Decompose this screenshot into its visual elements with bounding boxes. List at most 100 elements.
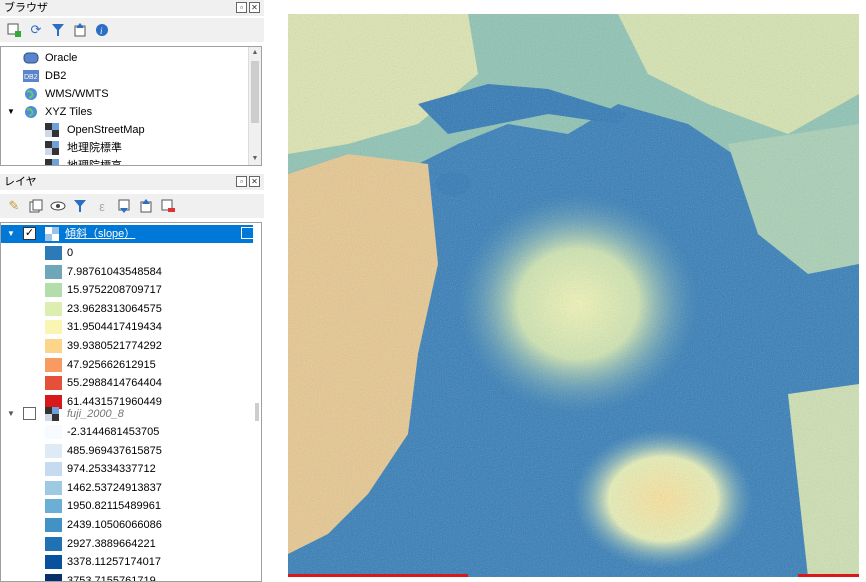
legend-swatch (45, 518, 62, 532)
legend-swatch (45, 320, 62, 335)
legend-item: -2.3144681453705 (1, 423, 249, 441)
visibility-eye-icon[interactable] (50, 198, 66, 214)
info-icon[interactable]: i (94, 22, 110, 38)
browser-scrollbar[interactable]: ▲ ▼ (248, 47, 261, 165)
legend-label: -2.3144681453705 (67, 426, 160, 438)
filter-expression-icon[interactable]: ε (94, 198, 110, 214)
legend-label: 2439.10506066086 (67, 519, 162, 531)
expand-arrow-icon[interactable]: ▼ (7, 103, 15, 121)
float-panel-icon[interactable]: ▫ (236, 176, 247, 187)
layers-tree[interactable]: ▼ ✓ 傾斜（slope） 0 7.98761043548584 15.975220… (0, 222, 262, 582)
browser-item-gsi-std[interactable]: 地理院標準 (1, 139, 249, 157)
layer-name: fuji_2000_8 (67, 408, 124, 420)
refresh-icon[interactable]: ⟳ (28, 22, 44, 38)
legend-item: 2927.3889664221 (1, 535, 249, 553)
legend-item: 55.2988414764404 (1, 374, 249, 392)
legend-label: 55.2988414764404 (67, 377, 162, 390)
legend-swatch (45, 536, 62, 551)
legend-item: 15.9752208709717 (1, 281, 249, 299)
globe-icon (23, 105, 39, 119)
add-selected-icon[interactable] (6, 22, 22, 38)
legend-label: 0 (67, 247, 74, 259)
legend-swatch (45, 425, 62, 439)
browser-item-oracle[interactable]: Oracle (1, 49, 249, 67)
legend-item: 31.9504417419434 (1, 318, 249, 336)
expand-arrow-icon[interactable]: ▼ (7, 405, 15, 423)
legend-item: 974.25334337712 (1, 460, 249, 478)
legend-label: 31.9504417419434 (67, 321, 162, 334)
scroll-thumb[interactable] (255, 403, 259, 421)
layer-visibility-checkbox[interactable]: ✓ (23, 227, 36, 240)
legend-label: 15.9752208709717 (67, 284, 162, 297)
legend-label: 1462.53724913837 (67, 481, 162, 494)
layers-scrollbar[interactable] (253, 223, 261, 581)
svg-text:DB2: DB2 (24, 74, 38, 81)
layer-dem[interactable]: ▼ fuji_2000_8 (1, 405, 249, 423)
browser-item-label: XYZ Tiles (45, 106, 93, 118)
browser-tree[interactable]: Oracle DB2 DB2 WMS/WMTS ▼ XYZ Tiles Open… (0, 46, 262, 166)
legend-item: 23.9628313064575 (1, 300, 249, 318)
scroll-up-icon[interactable]: ▲ (249, 47, 261, 59)
layer-slope[interactable]: ▼ ✓ 傾斜（slope） (1, 225, 261, 243)
legend-swatch (45, 573, 62, 581)
tile-icon (45, 159, 61, 165)
browser-title: ブラウザ (4, 2, 48, 14)
filter-icon[interactable] (50, 22, 66, 38)
scroll-down-icon[interactable]: ▼ (249, 153, 261, 165)
browser-item-wms[interactable]: WMS/WMTS (1, 85, 249, 103)
legend-label: 2927.3889664221 (67, 537, 156, 550)
legend-item: 1462.53724913837 (1, 479, 249, 497)
legend-item: 3378.11257174017 (1, 553, 249, 571)
legend-label: 39.9380521774292 (67, 340, 162, 352)
layers-toolbar: ✎ ε (0, 194, 264, 218)
expand-arrow-icon[interactable]: ▼ (7, 225, 15, 243)
legend-swatch (45, 246, 62, 260)
collapse-all-icon[interactable] (72, 22, 88, 38)
browser-item-label: WMS/WMTS (45, 88, 109, 100)
legend-swatch (45, 357, 62, 372)
browser-item-label: 地理院標高 (67, 160, 122, 166)
float-panel-icon[interactable]: ▫ (236, 2, 247, 13)
legend-item: 1950.82115489961 (1, 497, 249, 515)
browser-item-db2[interactable]: DB2 DB2 (1, 67, 249, 85)
db2-icon: DB2 (23, 69, 39, 83)
legend-item: 485.969437615875 (1, 442, 249, 460)
legend-label: 47.925662612915 (67, 358, 156, 371)
map-canvas[interactable] (288, 14, 859, 577)
add-group-icon[interactable] (28, 198, 44, 214)
tile-icon (45, 123, 61, 137)
close-panel-icon[interactable]: ✕ (249, 2, 260, 13)
tile-icon (45, 141, 61, 155)
legend-swatch (45, 443, 62, 458)
legend-item: 3753.7155761719 (1, 572, 249, 581)
legend-label: 1950.82115489961 (67, 500, 162, 513)
collapse-all-icon[interactable] (138, 198, 154, 214)
legend-item: 0 (1, 244, 249, 262)
legend-swatch (45, 301, 62, 316)
raster-layer-icon (45, 227, 61, 241)
database-icon (23, 51, 39, 65)
remove-layer-icon[interactable] (160, 198, 176, 214)
expand-all-icon[interactable] (116, 198, 132, 214)
raster-layer-icon (45, 407, 61, 421)
close-panel-icon[interactable]: ✕ (249, 176, 260, 187)
legend-item: 47.925662612915 (1, 356, 249, 374)
legend-item: 2439.10506066086 (1, 516, 249, 534)
browser-toolbar: ⟳ i (0, 18, 264, 42)
style-brush-icon[interactable]: ✎ (6, 198, 22, 214)
legend-label: 3378.11257174017 (67, 556, 162, 569)
browser-item-label: Oracle (45, 52, 78, 64)
globe-icon (23, 87, 39, 101)
legend-label: 974.25334337712 (67, 463, 156, 476)
browser-item-xyz[interactable]: ▼ XYZ Tiles (1, 103, 249, 121)
filter-icon[interactable] (72, 198, 88, 214)
scroll-thumb[interactable] (251, 61, 259, 123)
layer-name: 傾斜（slope） (65, 228, 136, 240)
browser-item-osm[interactable]: OpenStreetMap (1, 121, 249, 139)
layer-visibility-checkbox[interactable] (23, 407, 36, 420)
legend-swatch (45, 283, 62, 298)
legend-swatch (45, 376, 62, 391)
browser-item-label: 地理院標準 (67, 142, 122, 154)
legend-swatch (45, 499, 62, 514)
browser-item-gsi-elev[interactable]: 地理院標高 (1, 157, 249, 166)
